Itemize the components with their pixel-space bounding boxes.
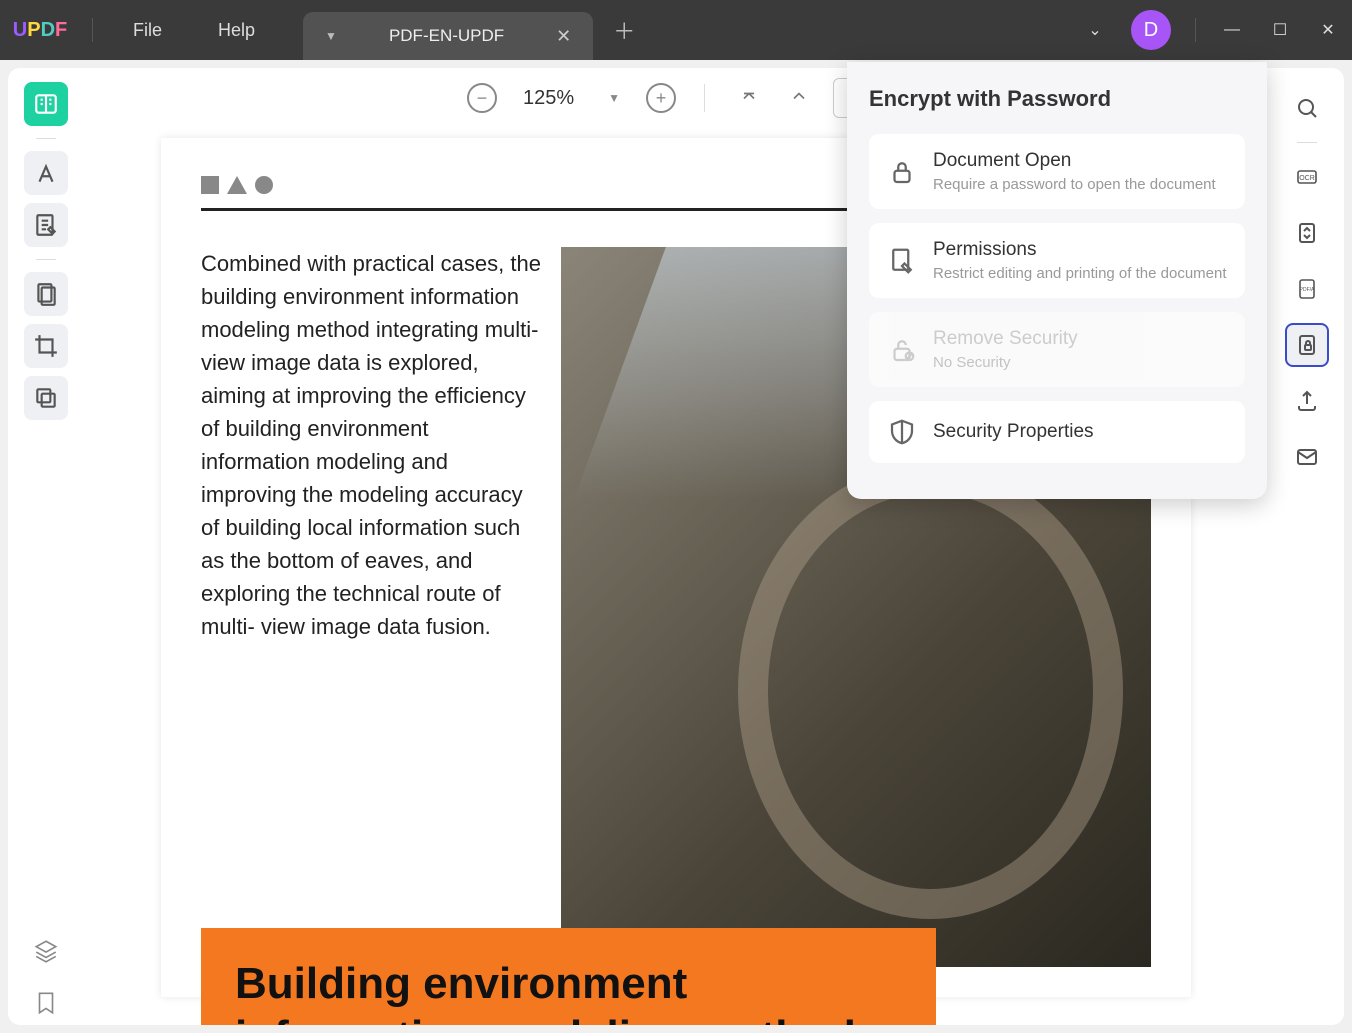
edit-pdf-button[interactable] <box>24 203 68 247</box>
pdfa-button[interactable]: PDF/A <box>1285 267 1329 311</box>
right-sidebar: OCR PDF/A <box>1269 68 1344 1025</box>
window-close-icon[interactable]: ✕ <box>1304 6 1352 54</box>
divider <box>36 138 56 139</box>
zoom-out-button[interactable]: − <box>467 83 497 113</box>
comment-tool-button[interactable] <box>24 151 68 195</box>
convert-button[interactable] <box>1285 211 1329 255</box>
encrypt-popup: Encrypt with Password Document Open Requ… <box>847 62 1267 499</box>
export-button[interactable] <box>1285 379 1329 423</box>
remove-security-option: Remove Security No Security <box>869 312 1245 387</box>
svg-text:OCR: OCR <box>1299 175 1315 182</box>
document-open-option[interactable]: Document Open Require a password to open… <box>869 134 1245 209</box>
zoom-dropdown-icon[interactable]: ▼ <box>600 91 628 105</box>
title-callout: Building environment information modelin… <box>201 928 936 1025</box>
menu-help[interactable]: Help <box>190 20 283 41</box>
bookmark-button[interactable] <box>24 981 68 1025</box>
zoom-in-button[interactable]: + <box>646 83 676 113</box>
divider <box>704 84 705 112</box>
popup-title: Encrypt with Password <box>869 86 1245 112</box>
tab-add-icon[interactable]: ＋ <box>613 14 635 46</box>
batch-tool-button[interactable] <box>24 376 68 420</box>
layers-button[interactable] <box>24 929 68 973</box>
left-sidebar <box>8 68 83 1025</box>
prev-page-button[interactable] <box>783 86 815 111</box>
divider <box>1195 18 1196 42</box>
ocr-button[interactable]: OCR <box>1285 155 1329 199</box>
option-title: Permissions <box>933 239 1227 261</box>
document-tab[interactable]: ▼ PDF-EN-UPDF ✕ <box>303 12 593 60</box>
search-button[interactable] <box>1285 86 1329 130</box>
lock-icon <box>887 157 917 187</box>
tab-dropdown-icon[interactable]: ▼ <box>313 29 349 43</box>
encrypt-button[interactable] <box>1285 323 1329 367</box>
first-page-button[interactable] <box>733 86 765 111</box>
tab-close-icon[interactable]: ✕ <box>544 26 583 47</box>
crop-tool-button[interactable] <box>24 324 68 368</box>
circle-shape-icon <box>255 176 273 194</box>
square-shape-icon <box>201 176 219 194</box>
document-body-text: Combined with practical cases, the build… <box>201 247 561 967</box>
titlebar: UPDF File Help ▼ PDF-EN-UPDF ✕ ＋ ⌄ D — ☐… <box>0 0 1352 60</box>
security-properties-option[interactable]: Security Properties <box>869 401 1245 463</box>
divider <box>1297 142 1317 143</box>
document-title: Building environment information modelin… <box>235 958 902 1025</box>
organize-pages-button[interactable] <box>24 272 68 316</box>
app-logo: UPDF <box>0 19 80 42</box>
triangle-shape-icon <box>227 176 247 194</box>
divider <box>92 18 93 42</box>
edit-page-icon <box>887 246 917 276</box>
tab-list-dropdown-icon[interactable]: ⌄ <box>1071 6 1119 54</box>
unlock-icon <box>887 335 917 365</box>
window-minimize-icon[interactable]: — <box>1208 6 1256 54</box>
option-subtitle: Restrict editing and printing of the doc… <box>933 265 1227 282</box>
tab-title: PDF-EN-UPDF <box>349 26 544 46</box>
zoom-level: 125% <box>515 87 582 110</box>
shield-icon <box>887 417 917 447</box>
menu-file[interactable]: File <box>105 20 190 41</box>
reader-mode-button[interactable] <box>24 82 68 126</box>
email-button[interactable] <box>1285 435 1329 479</box>
divider <box>36 259 56 260</box>
option-subtitle: Require a password to open the document <box>933 176 1227 193</box>
option-subtitle: No Security <box>933 354 1227 371</box>
option-title: Document Open <box>933 150 1227 172</box>
window-maximize-icon[interactable]: ☐ <box>1256 6 1304 54</box>
permissions-option[interactable]: Permissions Restrict editing and printin… <box>869 223 1245 298</box>
option-title: Security Properties <box>933 421 1227 443</box>
svg-text:PDF/A: PDF/A <box>1299 287 1314 293</box>
option-title: Remove Security <box>933 328 1227 350</box>
user-avatar[interactable]: D <box>1131 10 1171 50</box>
